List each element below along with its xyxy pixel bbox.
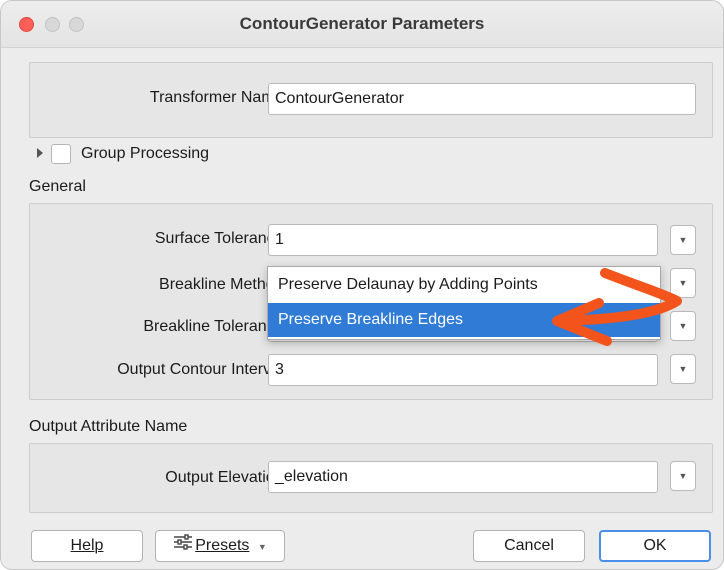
output-attribute-section-heading: Output Attribute Name	[29, 418, 188, 435]
output-contour-interval-input[interactable]: 3	[268, 354, 658, 386]
chevron-down-icon: ▼	[678, 321, 688, 331]
help-button[interactable]: Help	[31, 530, 143, 562]
dropdown-option-preserve-delaunay[interactable]: Preserve Delaunay by Adding Points	[268, 267, 660, 303]
presets-button[interactable]: Presets ▼	[155, 530, 285, 562]
surface-tolerance-menu-button[interactable]: ▼	[670, 225, 696, 255]
output-elevation-input[interactable]: _elevation	[268, 461, 658, 493]
chevron-down-icon: ▼	[257, 542, 267, 553]
dialog-window: ContourGenerator Parameters Transformer …	[0, 0, 724, 570]
window-title: ContourGenerator Parameters	[239, 14, 485, 33]
transformer-name-input[interactable]: ContourGenerator	[268, 83, 696, 115]
output-contour-interval-menu-button[interactable]: ▼	[670, 354, 696, 384]
output-contour-interval-label: Output Contour Interval:	[117, 361, 288, 378]
chevron-down-icon: ▼	[678, 471, 688, 481]
chevron-down-icon: ▼	[678, 278, 688, 288]
chevron-down-icon: ▼	[678, 235, 688, 245]
breakline-method-menu-button[interactable]: ▼	[670, 268, 696, 298]
output-elevation-menu-button[interactable]: ▼	[670, 461, 696, 491]
breakline-tolerance-menu-button[interactable]: ▼	[670, 311, 696, 341]
cancel-button[interactable]: Cancel	[473, 530, 585, 562]
expand-triangle-icon[interactable]	[37, 148, 43, 158]
sliders-icon	[173, 531, 193, 561]
general-section-heading: General	[29, 178, 86, 195]
ok-button[interactable]: OK	[599, 530, 711, 562]
surface-tolerance-input[interactable]: 1	[268, 224, 658, 256]
transformer-name-panel: Transformer Name: ContourGenerator	[29, 62, 713, 138]
breakline-method-dropdown-menu: Preserve Delaunay by Adding Points Prese…	[267, 266, 661, 340]
group-processing-label: Group Processing	[81, 145, 210, 162]
presets-button-label: Presets	[195, 537, 250, 555]
title-bar: ContourGenerator Parameters	[1, 1, 723, 48]
dropdown-option-preserve-breakline-edges[interactable]: Preserve Breakline Edges	[268, 303, 660, 337]
chevron-down-icon: ▼	[678, 364, 688, 374]
help-button-label: Help	[70, 537, 104, 554]
output-attribute-panel: Output Elevation: _elevation ▼	[29, 443, 713, 513]
group-processing-checkbox[interactable]	[51, 144, 71, 164]
